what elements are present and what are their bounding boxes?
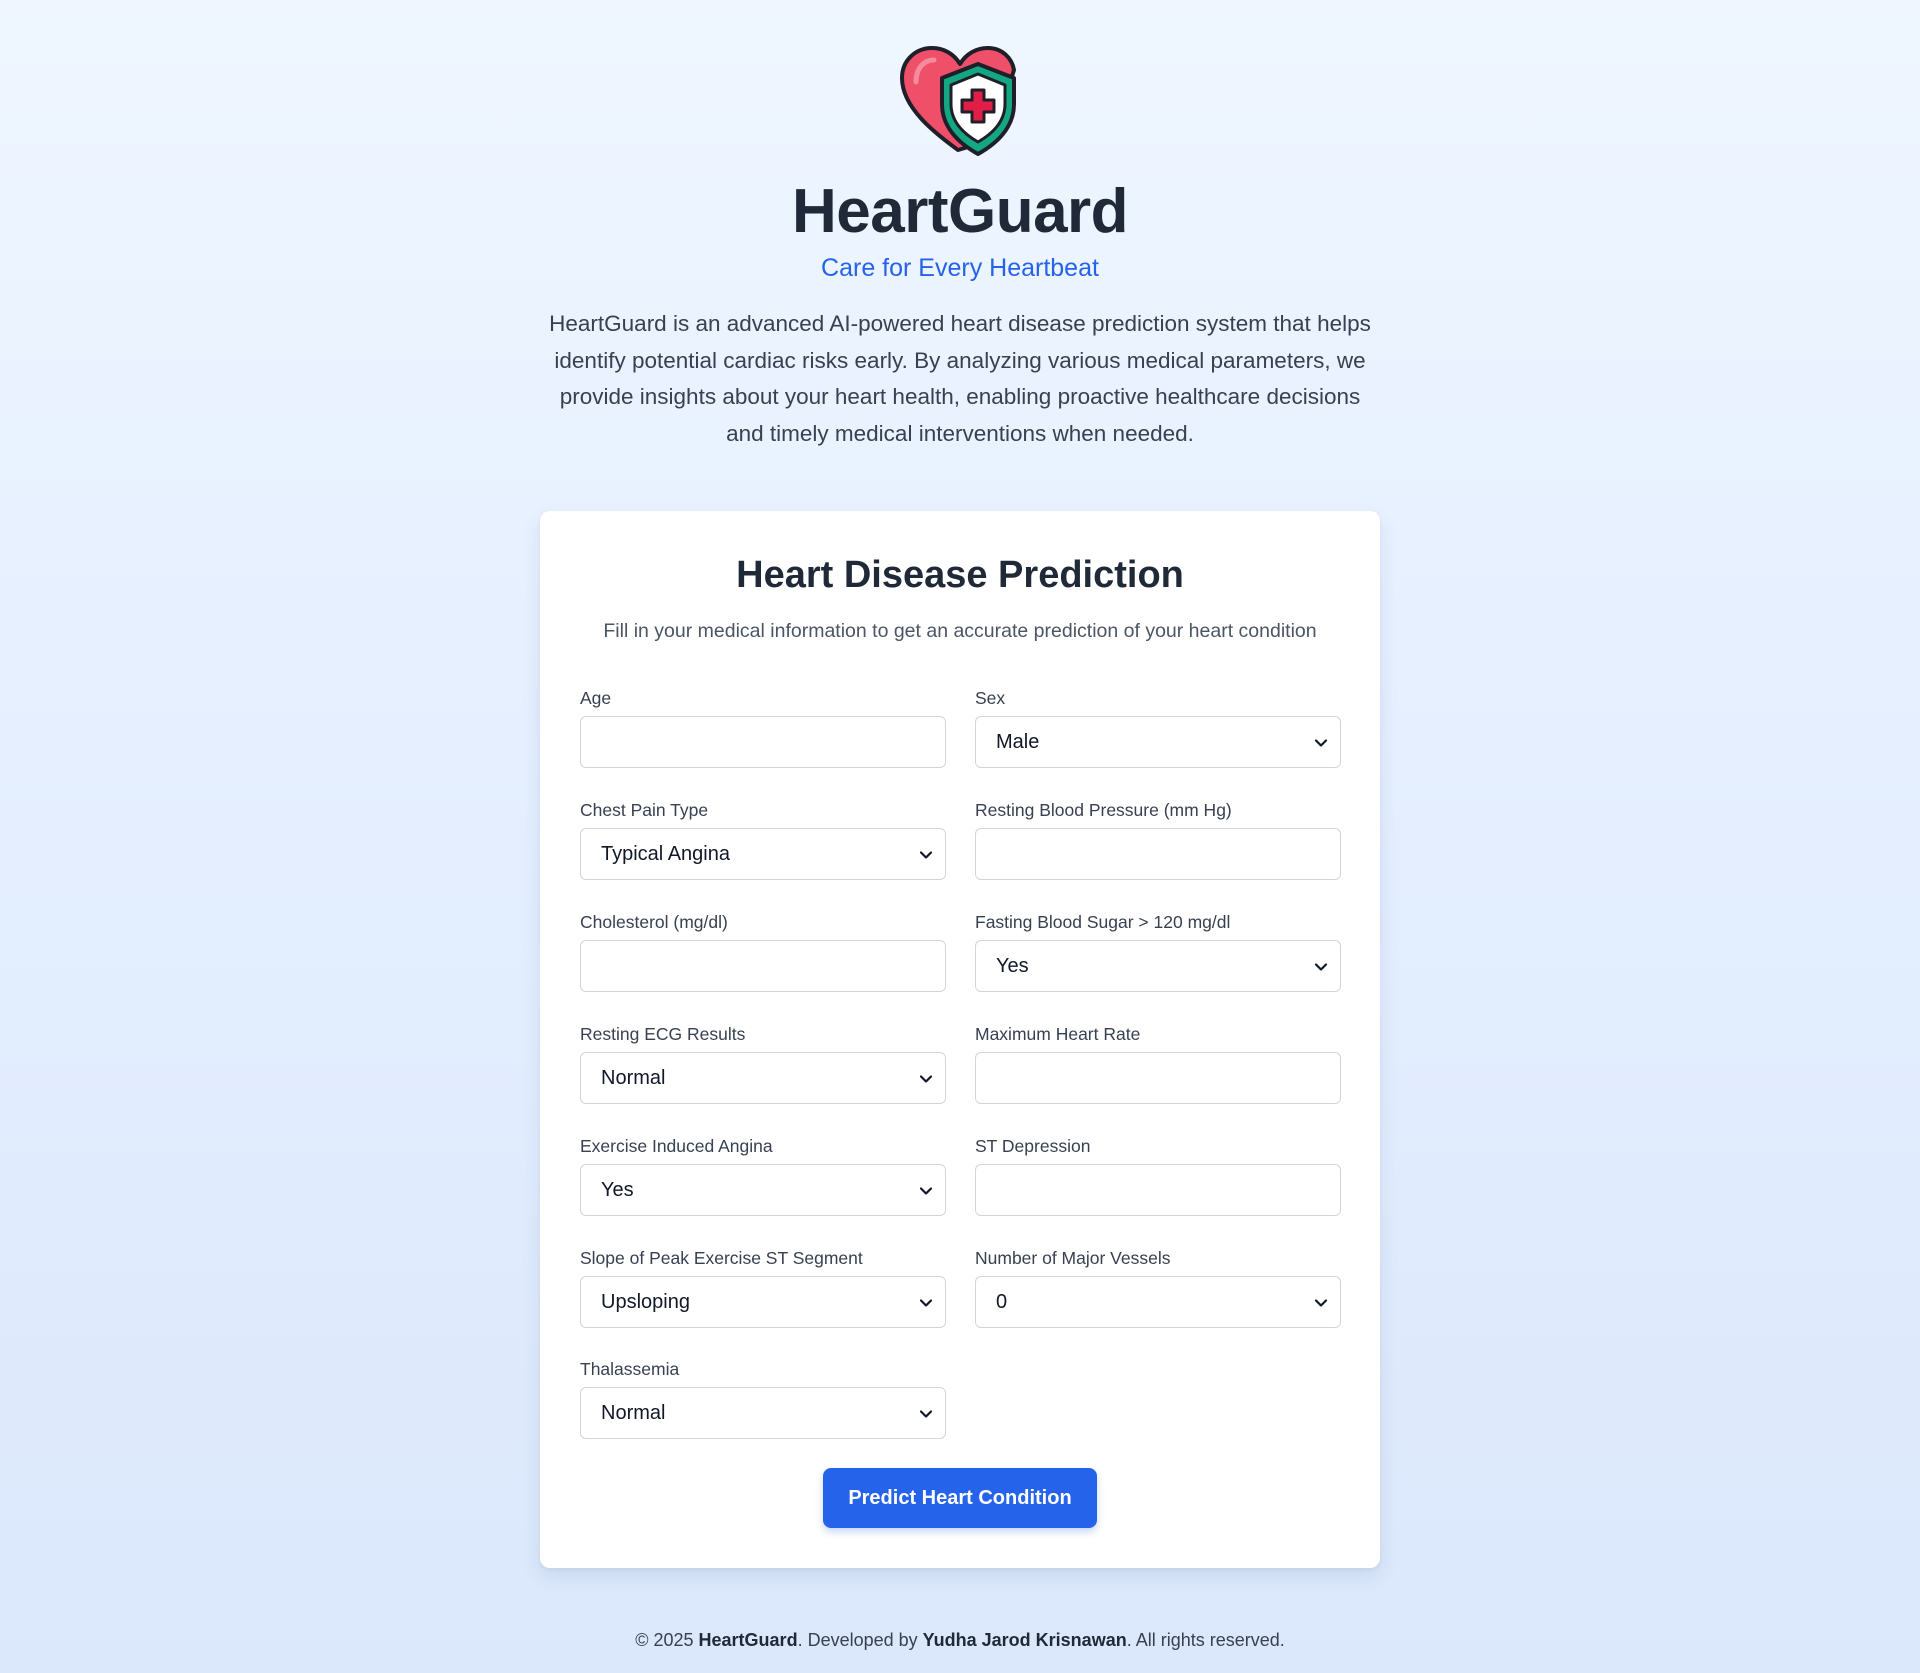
max-hr-input[interactable] — [975, 1052, 1341, 1104]
sex-field-group: Sex Male — [975, 687, 1341, 768]
sex-label: Sex — [975, 688, 1006, 708]
cholesterol-label: Cholesterol (mg/dl) — [580, 912, 728, 932]
exercise-angina-label: Exercise Induced Angina — [580, 1136, 773, 1156]
cholesterol-input[interactable] — [580, 940, 946, 992]
fasting-bs-label: Fasting Blood Sugar > 120 mg/dl — [975, 912, 1231, 932]
form-subtitle: Fill in your medical information to get … — [603, 620, 1317, 642]
vessels-field-group: Number of Major Vessels 0 — [975, 1247, 1341, 1328]
thalassemia-select-value: Normal — [601, 1402, 666, 1424]
chest-pain-select[interactable]: Typical Angina — [580, 828, 946, 880]
age-label: Age — [580, 688, 612, 708]
st-depression-label: ST Depression — [975, 1136, 1091, 1156]
vessels-select-value: 0 — [996, 1291, 1008, 1313]
page-footer: © 2025 HeartGuard. Developed by Yudha Ja… — [0, 1630, 1920, 1651]
thalassemia-select[interactable]: Normal — [580, 1387, 946, 1439]
slope-select[interactable]: Upsloping — [580, 1276, 946, 1328]
resting-bp-input[interactable] — [975, 828, 1341, 880]
resting-bp-label: Resting Blood Pressure (mm Hg) — [975, 800, 1232, 820]
brand-tagline: Care for Every Heartbeat — [821, 254, 1099, 282]
chevron-down-icon — [919, 1075, 933, 1083]
exercise-angina-select[interactable]: Yes — [580, 1164, 946, 1216]
footer-rights: . All rights reserved. — [1126, 1630, 1285, 1650]
resting-ecg-label: Resting ECG Results — [580, 1024, 746, 1044]
prediction-form-card: Heart Disease Prediction Fill in your me… — [540, 511, 1380, 1568]
sex-select[interactable]: Male — [975, 716, 1341, 768]
resting-ecg-select-value: Normal — [601, 1067, 666, 1089]
vessels-select[interactable]: 0 — [975, 1276, 1341, 1328]
footer-developed-by: . Developed by — [797, 1630, 923, 1650]
chevron-down-icon — [1314, 1299, 1328, 1307]
chest-pain-label: Chest Pain Type — [580, 800, 709, 820]
chevron-down-icon — [919, 1299, 933, 1307]
chevron-down-icon — [919, 851, 933, 859]
cholesterol-field-group: Cholesterol (mg/dl) — [580, 911, 946, 992]
chevron-down-icon — [919, 1410, 933, 1418]
chevron-down-icon — [919, 1187, 933, 1195]
fasting-bs-field-group: Fasting Blood Sugar > 120 mg/dl Yes — [975, 911, 1341, 992]
predict-button[interactable]: Predict Heart Condition — [823, 1468, 1097, 1528]
exercise-angina-field-group: Exercise Induced Angina Yes — [580, 1135, 946, 1216]
chevron-down-icon — [1314, 963, 1328, 971]
age-field-group: Age — [580, 687, 946, 768]
heart-shield-icon — [900, 46, 1016, 156]
st-depression-input[interactable] — [975, 1164, 1341, 1216]
slope-label: Slope of Peak Exercise ST Segment — [580, 1248, 863, 1268]
resting-ecg-select[interactable]: Normal — [580, 1052, 946, 1104]
resting-bp-field-group: Resting Blood Pressure (mm Hg) — [975, 799, 1341, 880]
footer-author: Yudha Jarod Krisnawan — [922, 1630, 1127, 1650]
thalassemia-label: Thalassemia — [580, 1359, 680, 1379]
st-depression-field-group: ST Depression — [975, 1135, 1341, 1216]
slope-field-group: Slope of Peak Exercise ST Segment Upslop… — [580, 1247, 946, 1328]
form-title: Heart Disease Prediction — [736, 554, 1184, 596]
max-hr-field-group: Maximum Heart Rate — [975, 1023, 1341, 1104]
footer-brand: HeartGuard — [698, 1630, 798, 1650]
fasting-bs-select-value: Yes — [996, 955, 1029, 977]
slope-select-value: Upsloping — [601, 1291, 690, 1313]
max-hr-label: Maximum Heart Rate — [975, 1024, 1141, 1044]
chest-pain-select-value: Typical Angina — [601, 843, 730, 865]
vessels-label: Number of Major Vessels — [975, 1248, 1171, 1268]
resting-ecg-field-group: Resting ECG Results Normal — [580, 1023, 946, 1104]
fasting-bs-select[interactable]: Yes — [975, 940, 1341, 992]
exercise-angina-select-value: Yes — [601, 1179, 634, 1201]
age-input[interactable] — [580, 716, 946, 768]
intro-text: HeartGuard is an advanced AI-powered hea… — [549, 311, 1371, 446]
chevron-down-icon — [1314, 739, 1328, 747]
chest-pain-field-group: Chest Pain Type Typical Angina — [580, 799, 946, 880]
sex-select-value: Male — [996, 731, 1040, 753]
thalassemia-field-group: Thalassemia Normal — [580, 1358, 946, 1439]
brand-title: HeartGuard — [791, 177, 1129, 246]
footer-copyright: © 2025 — [635, 1630, 699, 1650]
